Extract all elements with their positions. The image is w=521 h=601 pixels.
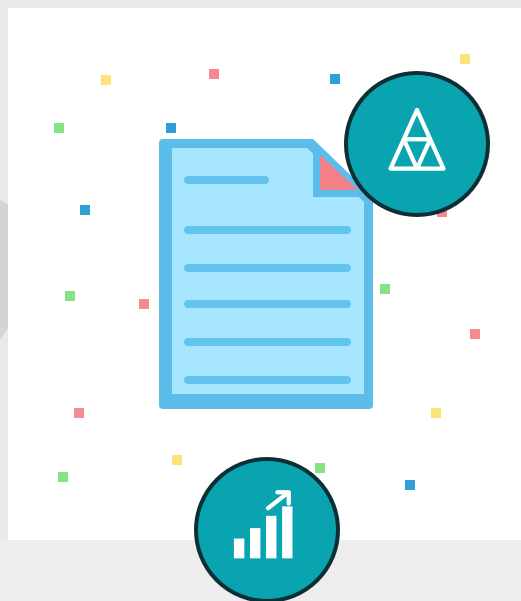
bar-chart-growth-icon [233, 490, 293, 559]
document-icon [159, 139, 373, 409]
triangle-grid-badge[interactable] [344, 71, 490, 217]
triangle-grid-icon [388, 107, 446, 171]
growth-chart-badge[interactable] [194, 457, 340, 601]
